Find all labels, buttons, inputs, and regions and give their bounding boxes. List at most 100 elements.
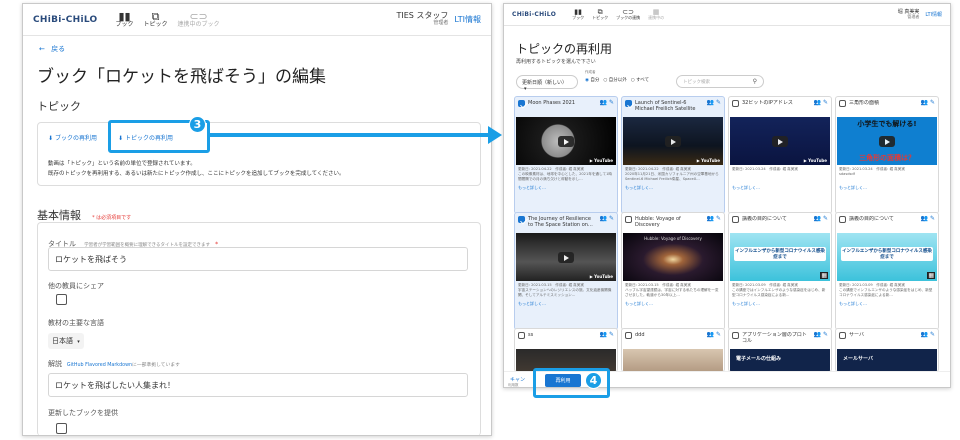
topic-card[interactable]: ss 👥 ✎: [514, 328, 618, 372]
card-checkbox[interactable]: [839, 216, 846, 223]
topic-search-input[interactable]: トピック検索 ⚲: [676, 75, 764, 88]
user-menu[interactable]: TIES スタッフ 管理者: [396, 12, 448, 26]
edit-icon[interactable]: ✎: [609, 215, 614, 222]
edit-icon[interactable]: ✎: [716, 99, 721, 106]
user-menu[interactable]: 堀 真美実 管理者: [898, 9, 920, 20]
card-thumbnail[interactable]: ▶ YouTube: [516, 233, 616, 281]
cancel-button[interactable]: キャン: [510, 376, 525, 383]
nav-topic[interactable]: ⧉ トピック: [144, 11, 168, 28]
card-more-link[interactable]: もっと詳しく…: [515, 182, 617, 191]
card-thumbnail[interactable]: メールサーバ: [837, 349, 937, 371]
card-thumbnail[interactable]: インフルエンザから新型コロナウイルス感染症まで ▦: [730, 233, 830, 281]
card-title-row: ddd 👥 ✎: [622, 329, 724, 349]
update-checkbox[interactable]: [56, 423, 67, 434]
card-checkbox[interactable]: [518, 100, 525, 107]
nav-topic[interactable]: ⧉ トピック: [592, 9, 608, 20]
topic-card[interactable]: アプリケーション層のプロトコル 👥 ✎ 電子メールの仕組み: [728, 328, 832, 372]
edit-icon[interactable]: ✎: [716, 331, 721, 338]
card-more-link[interactable]: もっと詳しく…: [622, 298, 724, 307]
author-radio-self[interactable]: ◉ 自分: [585, 77, 599, 83]
edit-icon[interactable]: ✎: [716, 215, 721, 222]
language-select[interactable]: 日本語 ▾: [48, 333, 84, 349]
card-more-link[interactable]: もっと詳しく…: [729, 182, 831, 191]
nav-book[interactable]: ▮▮ ブック: [116, 11, 134, 28]
topic-card[interactable]: Hubble: Voyage of Discovery 👥 ✎ Hubble: Vo…: [621, 212, 725, 330]
card-more-link[interactable]: もっと詳しく…: [515, 298, 617, 307]
card-checkbox[interactable]: [732, 100, 739, 107]
card-checkbox[interactable]: [625, 216, 632, 223]
app-logo[interactable]: CHiBi-CHiLO: [33, 15, 98, 25]
card-more-link[interactable]: もっと詳しく…: [729, 298, 831, 307]
edit-icon[interactable]: ✎: [609, 331, 614, 338]
author-radio-all[interactable]: ○ すべて: [631, 77, 649, 83]
card-title: サーバ: [849, 332, 864, 338]
topic-card[interactable]: Moon Phases 2021 👥 ✎ ▶ YouTube 更新日: 2021.04…: [514, 96, 618, 214]
required-note: * は必須項目です: [92, 215, 132, 221]
topic-card[interactable]: サーバ 👥 ✎ メールサーバ: [835, 328, 939, 372]
card-more-link[interactable]: もっと詳しく…: [836, 298, 938, 307]
lti-info-link[interactable]: LTI情報: [925, 11, 942, 18]
play-icon[interactable]: [558, 252, 574, 263]
card-thumbnail[interactable]: Hubble: Voyage of Discovery: [623, 233, 723, 281]
card-checkbox[interactable]: [732, 216, 739, 223]
card-meta: 更新日: 2021.03.09 作成者: 堀 真美実: [732, 283, 798, 287]
card-more-link[interactable]: もっと詳しく…: [622, 182, 724, 191]
topic-card[interactable]: The Journey of Resilience to The Space S…: [514, 212, 618, 330]
arrow-connector: [210, 133, 492, 137]
description-input[interactable]: ロケットを飛ばしたい人集まれ！: [48, 373, 468, 397]
card-thumbnail[interactable]: 小学生でも解ける! 三角形の面積は？: [837, 117, 937, 165]
basic-info-heading: 基本情報 * は必須項目です: [37, 209, 132, 222]
card-more-link[interactable]: もっと詳しく…: [836, 182, 938, 191]
card-checkbox[interactable]: [839, 100, 846, 107]
title-input[interactable]: ロケットを飛ばそう: [48, 247, 468, 271]
topic-card[interactable]: 三角形の面積 👥 ✎ 小学生でも解ける! 三角形の面積は？ 更新日: 2021.03.2…: [835, 96, 939, 214]
card-thumbnail[interactable]: ▶ YouTube: [516, 117, 616, 165]
edit-icon[interactable]: ✎: [609, 99, 614, 106]
card-checkbox[interactable]: [518, 216, 525, 223]
nav-linked-books[interactable]: ⊂⊃ 連携中のブック: [178, 11, 220, 28]
card-title: Hubble: Voyage of Discovery: [635, 216, 681, 228]
card-checkbox[interactable]: [839, 332, 846, 339]
play-icon[interactable]: [879, 136, 895, 147]
edit-icon[interactable]: ✎: [823, 99, 828, 106]
sort-select[interactable]: 更新日順（新しい） ▾: [516, 75, 578, 92]
card-thumbnail[interactable]: 電子メールの仕組み: [730, 349, 830, 371]
play-icon[interactable]: [558, 136, 574, 147]
card-checkbox[interactable]: [625, 100, 632, 107]
card-thumbnail[interactable]: [623, 349, 723, 371]
update-label: 更新したブックを提供: [48, 409, 118, 417]
users-icon: 👥: [813, 331, 822, 338]
card-checkbox[interactable]: [518, 332, 525, 339]
card-checkbox[interactable]: [625, 332, 632, 339]
author-radio-others[interactable]: ○ 自分以外: [603, 77, 626, 83]
step-badge-3: 3: [189, 116, 206, 133]
card-meta: 更新日: 2021.03.24 作成者: 堀 真美実: [732, 167, 798, 171]
nav-book-link[interactable]: ⊂⊃ ブックの連携: [616, 9, 640, 20]
share-checkbox[interactable]: [56, 294, 67, 305]
users-icon: 👥: [813, 99, 822, 106]
topic-card[interactable]: 講義の目的について 👥 ✎ インフルエンザから新型コロナウイルス感染症まで ▦ 更新日:…: [835, 212, 939, 330]
card-checkbox[interactable]: [732, 332, 739, 339]
play-icon[interactable]: [772, 136, 788, 147]
topic-card[interactable]: Launch of Sentinel-6 Michael Freilich Sa…: [621, 96, 725, 214]
card-thumbnail[interactable]: インフルエンザから新型コロナウイルス感染症まで ▦: [837, 233, 937, 281]
card-thumbnail[interactable]: ▶ YouTube: [730, 117, 830, 165]
reuse-book-button[interactable]: ⬇ ブックの再利用: [48, 133, 97, 142]
topic-card[interactable]: 講義の目的について 👥 ✎ インフルエンザから新型コロナウイルス感染症まで ▦ 更新日:…: [728, 212, 832, 330]
topic-card[interactable]: 32ビットのIPアドレス 👥 ✎ ▶ YouTube 更新日: 2021.03.24 …: [728, 96, 832, 214]
edit-icon[interactable]: ✎: [930, 215, 935, 222]
edit-icon[interactable]: ✎: [823, 331, 828, 338]
topic-reuse-window: CHiBi-CHiLO ▮▮ ブック ⧉ トピック ⊂⊃ ブックの連携 ▦ 連携…: [503, 3, 951, 388]
edit-icon[interactable]: ✎: [930, 331, 935, 338]
app-logo[interactable]: CHiBi-CHiLO: [512, 11, 556, 18]
play-icon[interactable]: [665, 136, 681, 147]
edit-icon[interactable]: ✎: [823, 215, 828, 222]
card-thumbnail[interactable]: ▶ YouTube: [623, 117, 723, 165]
nav-linked[interactable]: ▦ 連携中の: [648, 9, 664, 20]
markdown-link[interactable]: GitHub Flavored Markdown: [67, 363, 132, 368]
edit-icon[interactable]: ✎: [930, 99, 935, 106]
topic-card[interactable]: ddd 👥 ✎: [621, 328, 725, 372]
nav-book[interactable]: ▮▮ ブック: [572, 9, 584, 20]
lti-info-link[interactable]: LTI情報: [454, 14, 481, 25]
back-link[interactable]: ← 戻る: [39, 44, 65, 54]
